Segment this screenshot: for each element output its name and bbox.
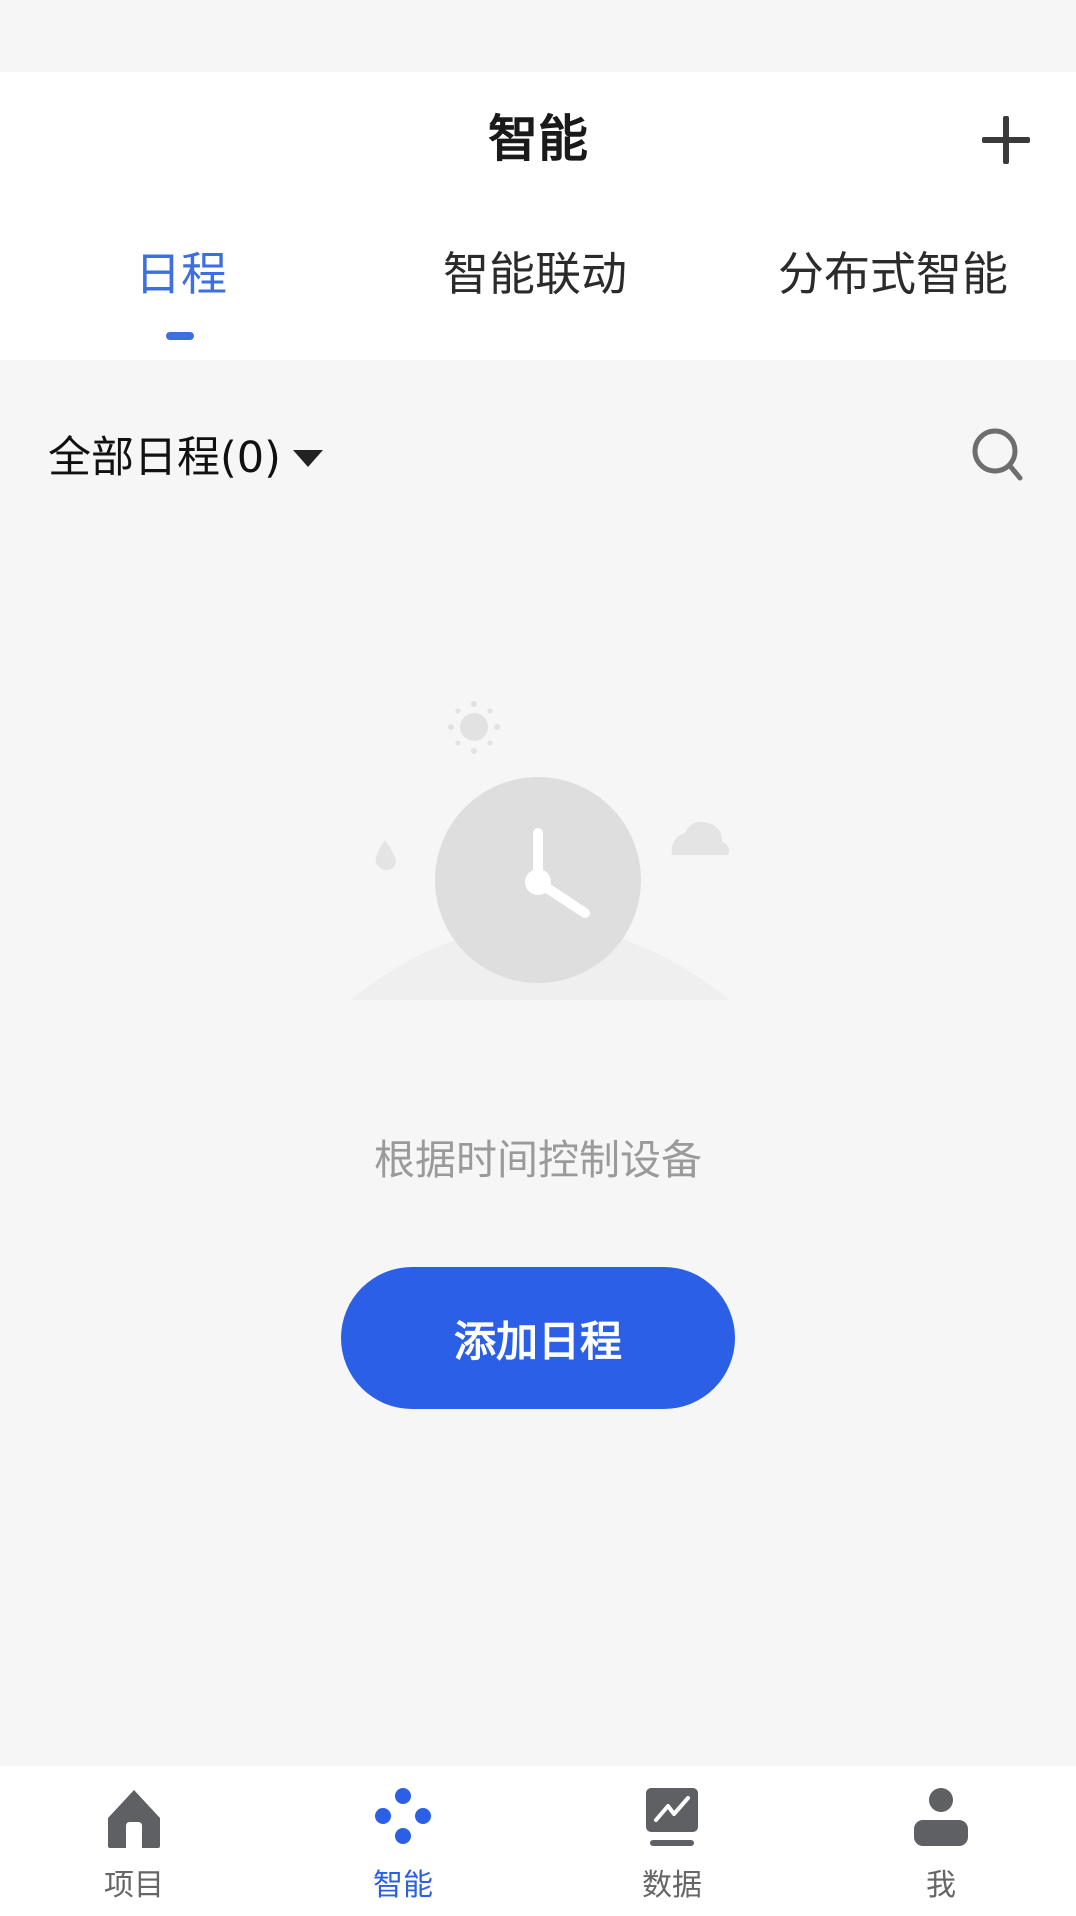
plus-icon bbox=[982, 116, 1030, 164]
nav-item-me[interactable]: 我 bbox=[841, 1766, 1041, 1916]
schedule-filter-dropdown[interactable]: 全部日程(0) bbox=[48, 428, 323, 488]
search-icon bbox=[972, 428, 1023, 481]
user-icon bbox=[914, 1788, 968, 1846]
nav-label: 我 bbox=[926, 1868, 956, 1903]
status-bar bbox=[0, 0, 1076, 72]
header: 智能 日程 智能联动 分布式智能 bbox=[0, 72, 1076, 360]
tab-schedule[interactable]: 日程 bbox=[135, 242, 227, 342]
empty-state-message: 根据时间控制设备 bbox=[374, 1136, 702, 1184]
clock-icon bbox=[350, 701, 730, 1000]
bottom-navigation: 项目 智能 数据 我 bbox=[0, 1766, 1076, 1916]
tab-bar: 日程 智能联动 分布式智能 bbox=[0, 242, 1076, 342]
chart-icon bbox=[646, 1788, 698, 1846]
active-tab-indicator bbox=[166, 332, 194, 340]
cloud-icon bbox=[671, 821, 730, 855]
nav-item-smart[interactable]: 智能 bbox=[303, 1766, 503, 1916]
caret-down-icon bbox=[292, 449, 323, 467]
dots-icon bbox=[375, 1788, 431, 1844]
add-schedule-button[interactable]: 添加日程 bbox=[341, 1267, 735, 1409]
sun-icon bbox=[448, 701, 500, 754]
tab-smart-linkage[interactable]: 智能联动 bbox=[443, 242, 627, 342]
nav-label: 数据 bbox=[642, 1868, 702, 1903]
page-title: 智能 bbox=[488, 110, 588, 168]
add-button[interactable] bbox=[976, 110, 1036, 170]
filter-row: 全部日程(0) bbox=[0, 420, 1076, 500]
nav-item-projects[interactable]: 项目 bbox=[34, 1766, 234, 1916]
home-icon bbox=[108, 1790, 160, 1848]
tab-distributed-smart[interactable]: 分布式智能 bbox=[778, 242, 1008, 342]
search-button[interactable] bbox=[968, 424, 1028, 484]
nav-label: 智能 bbox=[373, 1868, 433, 1903]
drop-icon bbox=[375, 840, 396, 870]
nav-item-data[interactable]: 数据 bbox=[572, 1766, 772, 1916]
filter-label: 全部日程(0) bbox=[48, 433, 281, 483]
nav-label: 项目 bbox=[104, 1868, 164, 1903]
empty-state-illustration bbox=[330, 680, 750, 1010]
